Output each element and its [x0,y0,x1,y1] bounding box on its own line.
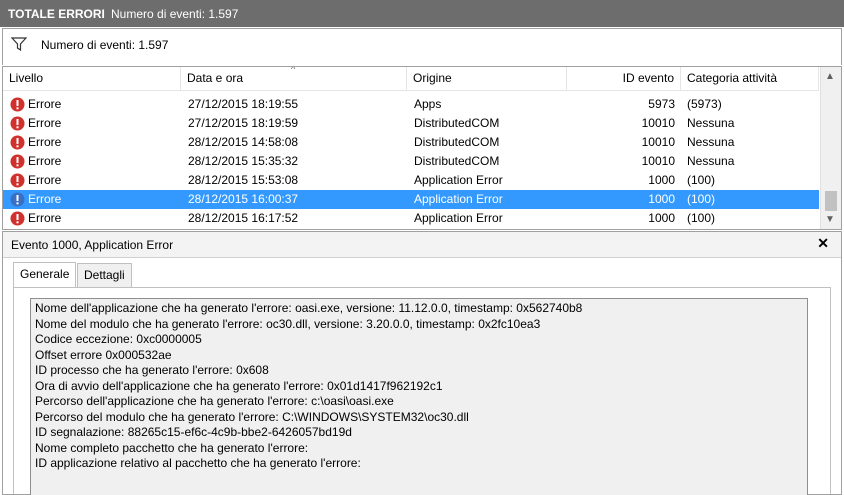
event-detail-pane: Evento 1000, Application Error ✕ General… [2,231,842,495]
table-header: Livello Data e ora Origine ID evento Cat… [3,67,819,91]
table-row[interactable]: Errore 27/12/2015 18:19:59 DistributedCOM 1… [3,114,819,133]
tab-dettagli[interactable]: Dettagli [77,263,132,288]
cell-date: 28/12/2015 15:53:08 [188,173,299,187]
event-description[interactable]: Nome dell'applicazione che ha generato l… [30,298,808,495]
description-line: Nome del modulo che ha generato l'errore… [35,316,541,331]
error-icon [10,135,25,150]
error-icon [10,173,25,188]
cell-event-id: 1000 [648,192,675,206]
cell-category: Nessuna [687,154,735,168]
cell-date: 28/12/2015 14:58:08 [188,135,299,149]
cell-category: (100) [687,173,716,187]
error-icon [10,192,25,207]
cell-category: Nessuna [687,116,735,130]
cell-event-id: 10010 [641,154,675,168]
table-row[interactable]: Errore 28/12/2015 16:00:37 Application Err… [3,190,819,209]
cell-category: (100) [687,192,716,206]
error-icon [10,97,25,112]
cell-date: 28/12/2015 16:17:52 [188,211,299,225]
error-icon [10,116,25,131]
table-scrollbar[interactable]: ▲ ▼ [820,67,841,229]
description-line: Percorso dell'applicazione che ha genera… [35,394,394,408]
description-line: Percorso del modulo che ha generato l'er… [35,409,469,424]
cell-level: Errore [28,192,62,206]
detail-header: Evento 1000, Application Error ✕ [3,232,841,258]
cell-level: Errore [28,97,62,111]
window-titlebar: TOTALE ERRORI Numero di eventi: 1.597 [0,0,844,27]
cell-level: Errore [28,154,62,168]
column-header-event-id[interactable]: ID evento [567,67,681,90]
cell-source: DistributedCOM [414,116,500,130]
cell-source: DistributedCOM [414,135,500,149]
cell-date: 28/12/2015 16:00:37 [188,192,299,206]
description-line: ID segnalazione: 88265c15-ef6c-4c9b-bbe2… [35,425,352,439]
scroll-up-icon[interactable]: ▲ [825,71,835,82]
cell-level: Errore [28,173,62,187]
table-row[interactable]: Errore 28/12/2015 15:35:32 DistributedCOM 1… [3,152,819,171]
cell-level: Errore [28,211,62,225]
description-line: Codice eccezione: 0xc0000005 [35,332,202,346]
view-title: TOTALE ERRORI [8,7,105,21]
cell-source: Application Error [414,192,503,206]
cell-level: Errore [28,116,62,130]
close-icon[interactable]: ✕ [817,235,829,252]
description-line: Ora di avvio dell'applicazione che ha ge… [35,378,443,393]
scroll-down-icon[interactable]: ▼ [825,214,835,225]
cell-event-id: 10010 [641,116,675,130]
cell-event-id: 10010 [641,135,675,149]
event-count: Numero di eventi: 1.597 [111,7,239,21]
cell-source: Apps [414,97,442,111]
events-table: Livello Data e ora Origine ID evento Cat… [2,66,842,230]
cell-date: 27/12/2015 18:19:55 [188,97,299,111]
tab-panel-generale: Nome dell'applicazione che ha generato l… [13,287,831,495]
tab-generale[interactable]: Generale [13,262,77,288]
description-line: Nome completo pacchetto che ha generato … [35,440,309,455]
table-row[interactable]: Errore 28/12/2015 15:53:08 Application Err… [3,171,819,190]
description-line: ID applicazione relativo al pacchetto ch… [35,456,361,470]
column-header-source[interactable]: Origine [407,67,567,90]
cell-source: Application Error [414,173,503,187]
column-header-category[interactable]: Categoria attività [681,67,819,90]
description-line: Offset errore 0x000532ae [35,347,172,362]
cell-level: Errore [28,135,62,149]
sort-ascending-icon: ^ [291,66,296,74]
error-icon [10,211,25,226]
filter-text: Numero di eventi: 1.597 [41,38,169,52]
cell-event-id: 1000 [648,173,675,187]
description-line: ID processo che ha generato l'errore: 0x… [35,363,269,377]
table-row[interactable]: Errore 27/12/2015 18:19:55 Apps 5973 (5973) [3,95,819,114]
description-line: Nome dell'applicazione che ha generato l… [35,301,583,315]
filter-bar: Numero di eventi: 1.597 [2,28,842,65]
cell-event-id: 5973 [648,97,675,111]
cell-date: 28/12/2015 15:35:32 [188,154,299,168]
table-row[interactable]: Errore 28/12/2015 16:17:52 Application Err… [3,209,819,228]
cell-category: (100) [687,211,716,225]
scrollbar-thumb[interactable] [825,191,837,211]
cell-category: (5973) [687,97,722,111]
detail-title: Evento 1000, Application Error [11,238,174,252]
cell-event-id: 1000 [648,211,675,225]
cell-source: DistributedCOM [414,154,500,168]
error-icon [10,154,25,169]
cell-category: Nessuna [687,135,735,149]
table-row[interactable]: Errore 28/12/2015 14:58:08 DistributedCOM 1… [3,133,819,152]
cell-date: 27/12/2015 18:19:59 [188,116,299,130]
column-header-level[interactable]: Livello [3,67,181,90]
filter-icon[interactable] [10,37,28,54]
cell-source: Application Error [414,211,503,225]
